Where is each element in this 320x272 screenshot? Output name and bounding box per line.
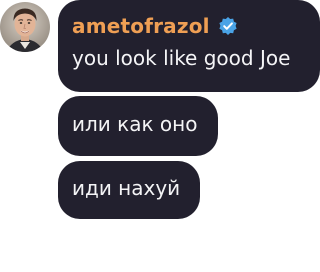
- chat-messages: ametofrazol you look like good Joe или к…: [0, 0, 320, 272]
- profile-photo-icon: [0, 2, 50, 52]
- message-bubble[interactable]: или как оно: [58, 96, 218, 156]
- message-header: ametofrazol: [72, 12, 310, 40]
- avatar[interactable]: [0, 2, 50, 52]
- message-text: или как оно: [72, 112, 198, 136]
- message-bubble[interactable]: ametofrazol you look like good Joe: [58, 0, 320, 92]
- message-text: иди нахуй: [72, 176, 181, 200]
- verified-badge-icon: [218, 16, 238, 36]
- message-text: you look like good Joe: [72, 46, 291, 70]
- username[interactable]: ametofrazol: [72, 14, 210, 38]
- message-bubble[interactable]: иди нахуй: [58, 161, 200, 219]
